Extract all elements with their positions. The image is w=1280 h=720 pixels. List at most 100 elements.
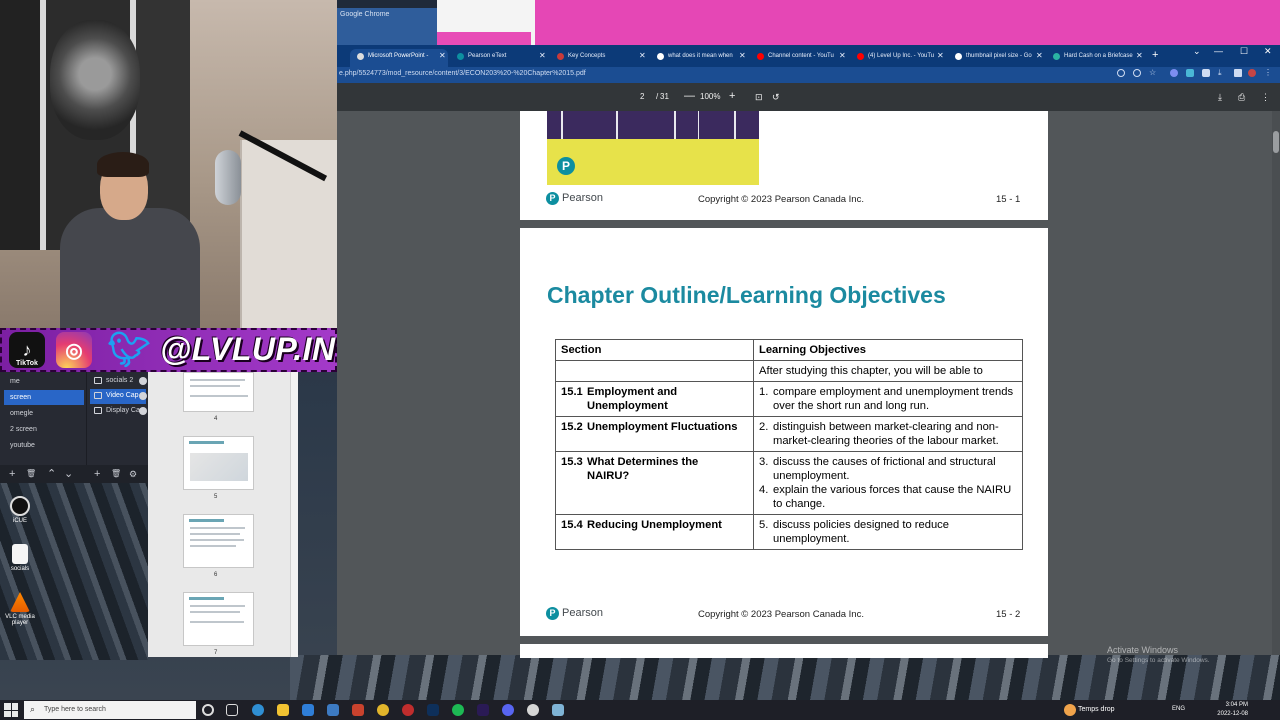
tab-youtube-channel[interactable]: Channel content - YouTu: [750, 49, 848, 67]
weather-icon[interactable]: [1064, 704, 1076, 716]
current-page-input[interactable]: 2: [640, 92, 644, 101]
remove-scene-button[interactable]: 🗑: [26, 467, 36, 481]
minimize-button[interactable]: —: [1214, 46, 1223, 56]
share-icon[interactable]: [1133, 69, 1141, 77]
slide-number: 4: [214, 416, 218, 422]
slide-thumbnail[interactable]: [183, 592, 254, 646]
puzzle-extensions-icon[interactable]: [1202, 69, 1210, 77]
add-source-button[interactable]: +: [94, 467, 100, 481]
google-lens-icon[interactable]: [1117, 69, 1125, 77]
slide-thumbnail[interactable]: [183, 436, 254, 490]
windows-start-icon[interactable]: [4, 703, 18, 717]
tab-level-up-youtube[interactable]: (4) Level Up Inc. - YouTu: [850, 49, 948, 67]
pdf-scrollbar[interactable]: [1272, 111, 1280, 655]
camera-source-icon: [94, 392, 102, 399]
task-view-icon[interactable]: [226, 704, 238, 716]
slide-number: 5: [214, 494, 218, 500]
background-chrome-title: Google Chrome: [340, 11, 390, 18]
pdf-scrollbar-thumb[interactable]: [1273, 131, 1279, 153]
language-indicator[interactable]: ENG: [1172, 706, 1185, 712]
tab-thumbnail-size[interactable]: thumbnail pixel size - Go: [948, 49, 1046, 67]
close-tab-icon[interactable]: ✕: [937, 51, 944, 60]
tab-hard-cash[interactable]: Hard Cash on a Briefcase: [1046, 49, 1144, 67]
clock-time[interactable]: 3:04 PM: [1218, 702, 1248, 708]
close-window-button[interactable]: ✕: [1264, 46, 1272, 57]
obs-icon[interactable]: [402, 704, 414, 716]
weather-text[interactable]: Temps drop: [1078, 706, 1115, 713]
maximize-button[interactable]: ☐: [1240, 46, 1248, 57]
image-source-icon: [94, 377, 102, 384]
source-settings-gear-icon[interactable]: ⚙: [129, 467, 137, 481]
desktop-icon-label: VLC media player: [5, 614, 35, 626]
desktop-icon-vlc[interactable]: VLC media player: [4, 592, 36, 626]
add-scene-button[interactable]: +: [9, 467, 15, 481]
cortana-icon[interactable]: [202, 704, 214, 716]
discord-icon[interactable]: [502, 704, 514, 716]
zoom-out-button[interactable]: —: [684, 90, 695, 102]
slide-thumbnail[interactable]: [183, 372, 254, 412]
fit-page-icon[interactable]: ⊡: [755, 92, 763, 103]
close-tab-icon[interactable]: ✕: [639, 51, 646, 60]
turbine-tower: [674, 111, 676, 139]
zoom-in-button[interactable]: +: [729, 90, 735, 102]
premiere-icon[interactable]: [477, 704, 489, 716]
close-tab-icon[interactable]: ✕: [1036, 51, 1043, 60]
visibility-eye-icon[interactable]: [139, 392, 147, 400]
obs-scene-omegle[interactable]: omegle: [4, 406, 84, 421]
url-text[interactable]: e.php/5524773/mod_resource/content/3/ECO…: [339, 70, 586, 77]
file-explorer-icon[interactable]: [277, 704, 289, 716]
chrome-active-icon[interactable]: [527, 704, 539, 716]
visibility-eye-icon[interactable]: [139, 407, 147, 415]
remove-source-button[interactable]: 🗑: [111, 467, 121, 481]
tab-key-concepts[interactable]: Key Concepts: [550, 49, 648, 67]
obs-scene-me[interactable]: me: [4, 374, 84, 389]
chrome-icon[interactable]: [377, 704, 389, 716]
print-icon[interactable]: ⎙: [1238, 92, 1245, 103]
total-pages: 31: [660, 92, 669, 101]
obs-scene-screen[interactable]: screen: [4, 390, 84, 405]
download-icon[interactable]: ⤓: [1218, 69, 1226, 77]
profile-avatar[interactable]: [1248, 69, 1256, 77]
mail-icon[interactable]: [327, 704, 339, 716]
powerpoint-scrollbar[interactable]: [290, 372, 298, 657]
edge-icon[interactable]: [252, 704, 264, 716]
download-icon[interactable]: ⤓: [1218, 92, 1222, 103]
close-tab-icon[interactable]: ✕: [439, 51, 446, 60]
close-tab-icon[interactable]: ✕: [539, 51, 546, 60]
extension-icon[interactable]: [1186, 69, 1194, 77]
more-menu-icon[interactable]: ⋮: [1264, 69, 1272, 77]
slide-thumbnail[interactable]: [183, 514, 254, 568]
powerpoint-icon[interactable]: [352, 704, 364, 716]
tab-powerpoint[interactable]: Microsoft PowerPoint -: [350, 49, 448, 67]
section-cell: 15.1 Employment and Unemployment: [555, 381, 754, 417]
tab-google-search[interactable]: what does it mean when: [650, 49, 748, 67]
tab-pearson-etext[interactable]: Pearson eText: [450, 49, 548, 67]
move-scene-down-button[interactable]: ⌄: [64, 467, 73, 481]
more-options-icon[interactable]: ⋮: [1261, 92, 1270, 103]
rotate-icon[interactable]: ↺: [772, 92, 780, 103]
visibility-eye-icon[interactable]: [139, 377, 147, 385]
vlc-cone-icon: [10, 592, 30, 612]
app-icon[interactable]: [552, 704, 564, 716]
zoom-level-input[interactable]: 100%: [700, 92, 720, 101]
bookmark-star-icon[interactable]: ☆: [1149, 69, 1157, 77]
obs-scene-youtube[interactable]: youtube: [4, 438, 84, 453]
chevron-down-icon[interactable]: ⌄: [1193, 46, 1201, 57]
desktop-icon-icue[interactable]: iCUE: [4, 496, 36, 524]
store-icon[interactable]: [302, 704, 314, 716]
clock-date[interactable]: 2022-12-08: [1212, 711, 1248, 717]
close-tab-icon[interactable]: ✕: [739, 51, 746, 60]
desktop-icon-socials[interactable]: socials: [4, 544, 36, 572]
background-pink-window[interactable]: [535, 0, 1280, 45]
move-scene-up-button[interactable]: ⌃: [47, 467, 56, 481]
obs-scene-2-screen[interactable]: 2 screen: [4, 422, 84, 437]
table-row: 15.3 What Determines the NAIRU? 3. discuss…: [555, 451, 1023, 515]
new-tab-button[interactable]: +: [1152, 49, 1158, 61]
extension-icon[interactable]: [1170, 69, 1178, 77]
close-tab-icon[interactable]: ✕: [1136, 51, 1143, 60]
close-tab-icon[interactable]: ✕: [839, 51, 846, 60]
side-panel-icon[interactable]: [1234, 69, 1242, 77]
google-favicon: [955, 53, 962, 60]
spotify-icon[interactable]: [452, 704, 464, 716]
photoshop-icon[interactable]: [427, 704, 439, 716]
